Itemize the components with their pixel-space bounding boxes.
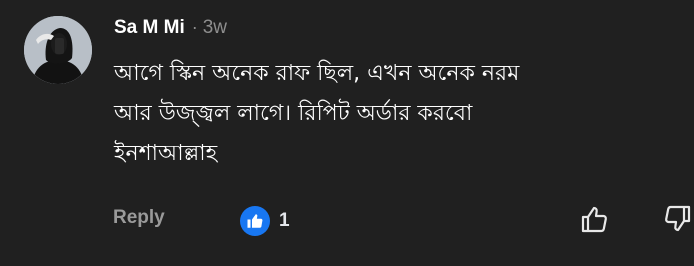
timestamp: 3w (202, 17, 228, 38)
avatar-image (24, 16, 92, 84)
avatar[interactable] (24, 16, 92, 84)
author-name[interactable]: Sa M Mi (114, 17, 185, 39)
thumbs-up-outline-icon (581, 206, 607, 233)
reply-button[interactable]: Reply (113, 207, 165, 229)
like-count: 1 (279, 210, 290, 231)
comment-text: আগে স্কিন অনেক রাফ ছিল, এখন অনেক নরম আর … (114, 61, 520, 166)
separator-dot: · (191, 17, 198, 37)
dislike-button[interactable] (664, 204, 692, 234)
thumbs-up-icon (240, 206, 270, 236)
thumbs-down-outline-icon (665, 205, 691, 232)
comment-header: Sa M Mi · 3w (114, 17, 227, 39)
like-button[interactable] (580, 204, 608, 234)
